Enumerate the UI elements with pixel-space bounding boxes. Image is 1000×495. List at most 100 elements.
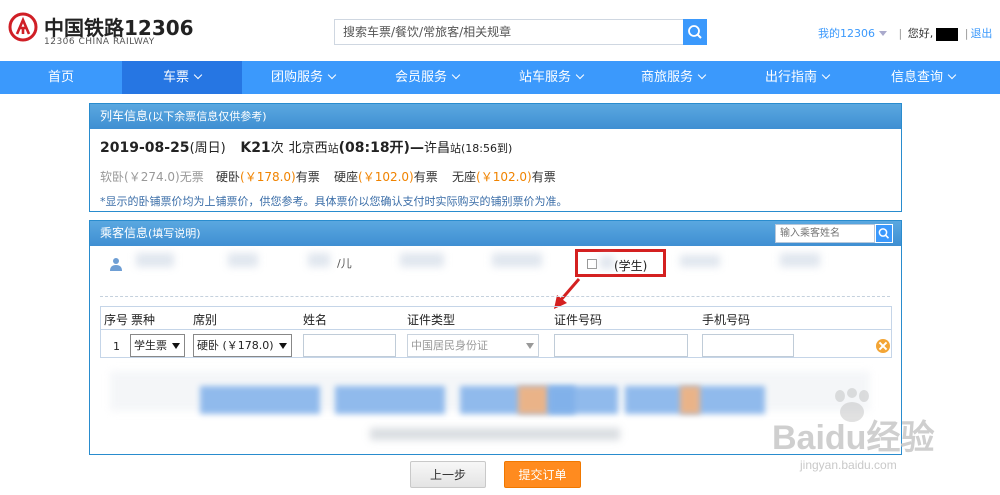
name-input[interactable] xyxy=(303,334,396,357)
travel-date: 2019-08-25 xyxy=(100,140,190,156)
seat-hard-seat: 硬座(￥102.0)有票 xyxy=(334,168,438,185)
passenger-table: 序号 票种 席别 姓名 证件类型 证件号码 手机号码 1 学生票 硬卧 (￥17… xyxy=(100,306,892,358)
seat-type: 软卧 xyxy=(100,170,125,184)
nav-home-label: 首页 xyxy=(47,70,74,85)
fare-note: *显示的卧铺票价均为上铺票价，供您参考。具体票价以您确认支付时实际购买的铺别票价… xyxy=(100,195,568,208)
train-info-title: 列车信息 xyxy=(100,109,149,123)
passenger-title: 乘客信息 xyxy=(100,226,149,240)
blurred-content xyxy=(548,386,618,414)
nav-business[interactable]: 商旅服务 xyxy=(612,61,734,94)
ticket-type-select[interactable]: 学生票 xyxy=(130,334,185,357)
blurred-passenger xyxy=(400,253,444,267)
train-info-header: 列车信息(以下余票信息仅供参考) xyxy=(90,104,901,129)
nav-station-label: 站车服务 xyxy=(518,70,571,85)
blurred-passenger xyxy=(228,253,258,267)
col-header-name: 姓名 xyxy=(303,313,328,327)
id-type-select[interactable]: 中国居民身份证 xyxy=(407,334,539,357)
ticket-type-value: 学生票 xyxy=(134,339,167,352)
row-number: 1 xyxy=(113,340,120,353)
train-suffix: 次 xyxy=(270,141,284,156)
seat-type: 硬卧 xyxy=(216,170,241,184)
col-header-id-type: 证件类型 xyxy=(407,313,456,327)
to-station-suffix: 站 xyxy=(449,142,461,155)
blurred-passenger xyxy=(308,253,330,267)
passenger-search-button[interactable] xyxy=(875,224,893,243)
partial-passenger-label: /儿 xyxy=(337,257,352,270)
watermark-url: jingyan.baidu.com xyxy=(800,458,897,472)
arrive-time: (18:56到) xyxy=(460,142,513,155)
phone-input[interactable] xyxy=(702,334,794,357)
seat-type: 无座 xyxy=(452,170,477,184)
chevron-down-icon[interactable] xyxy=(879,31,887,36)
id-number-input[interactable] xyxy=(554,334,688,357)
my12306-link[interactable]: 我的12306 xyxy=(818,27,875,40)
nav-group-label: 团购服务 xyxy=(270,70,323,85)
seat-price: (￥102.0) xyxy=(358,170,414,184)
header: 中国铁路12306 12306 CHINA RAILWAY 我的12306 | … xyxy=(0,0,1000,62)
depart-time: (08:18开) xyxy=(338,140,410,156)
seat-value: 硬卧 (￥178.0) xyxy=(197,339,274,352)
train-info-panel: 列车信息(以下余票信息仅供参考) 2019-08-25(周日) K21次 北京西… xyxy=(89,103,902,212)
col-header-id-number: 证件号码 xyxy=(554,313,603,327)
chevron-down-icon xyxy=(575,70,585,80)
chevron-down-icon xyxy=(327,70,337,80)
nav-station[interactable]: 站车服务 xyxy=(490,61,612,94)
passenger-search-input[interactable] xyxy=(775,224,875,243)
train-info-subtitle: (以下余票信息仅供参考) xyxy=(148,110,267,123)
site-search-button[interactable] xyxy=(683,19,707,45)
blurred-content xyxy=(518,386,548,414)
watermark-text: Baidu经验 xyxy=(772,419,935,457)
search-icon xyxy=(688,25,702,39)
seat-select[interactable]: 硬卧 (￥178.0) xyxy=(193,334,292,357)
nav-business-label: 商旅服务 xyxy=(640,70,693,85)
passenger-user-icon xyxy=(110,258,122,271)
passenger-help-link[interactable]: (填写说明) xyxy=(148,227,201,240)
seat-status: 有票 xyxy=(295,170,320,184)
prev-step-button[interactable]: 上一步 xyxy=(410,461,486,488)
from-station-suffix: 站 xyxy=(327,142,339,155)
student-passenger-checkbox[interactable] xyxy=(587,259,597,269)
user-bar: 我的12306 | 您好, | 退出 xyxy=(818,27,993,41)
travel-weekday: (周日) xyxy=(189,141,226,156)
divider xyxy=(101,329,891,330)
logout-link[interactable]: 退出 xyxy=(970,27,992,40)
col-header-ticket-type: 票种 xyxy=(131,313,156,327)
chevron-down-icon xyxy=(821,70,831,80)
chevron-down-icon xyxy=(193,70,203,80)
greeting: 您好, xyxy=(907,27,934,40)
col-header-phone: 手机号码 xyxy=(702,313,751,327)
student-highlight: (学生) xyxy=(575,249,666,277)
seat-hard-sleeper: 硬卧(￥178.0)有票 xyxy=(216,168,320,185)
seat-price: (￥274.0) xyxy=(124,170,180,184)
train-summary: 2019-08-25(周日) K21次 北京西站(08:18开)—许昌站(18:… xyxy=(100,137,512,157)
blurred-passenger xyxy=(136,253,174,267)
dropdown-arrow-icon xyxy=(279,343,287,349)
passenger-search xyxy=(775,224,893,243)
nav-guide[interactable]: 出行指南 xyxy=(736,61,858,94)
nav-info[interactable]: 信息查询 xyxy=(862,61,984,94)
site-search-input[interactable] xyxy=(334,19,683,45)
blurred-content xyxy=(335,386,445,414)
passenger-header: 乘客信息(填写说明) xyxy=(90,221,901,246)
nav-tickets[interactable]: 车票 xyxy=(122,61,242,94)
blurred-passenger xyxy=(492,253,542,267)
chevron-down-icon xyxy=(697,70,707,80)
student-label: (学生) xyxy=(614,259,648,273)
submit-order-button[interactable]: 提交订单 xyxy=(504,461,581,488)
blurred-passenger xyxy=(780,253,820,267)
nav-home[interactable]: 首页 xyxy=(0,61,122,94)
blurred-passenger xyxy=(680,255,720,267)
nav-guide-label: 出行指南 xyxy=(764,70,817,85)
nav-member[interactable]: 会员服务 xyxy=(366,61,488,94)
seat-status: 有票 xyxy=(531,170,556,184)
seat-status: 有票 xyxy=(413,170,438,184)
delete-passenger-icon[interactable] xyxy=(876,339,890,353)
logo-subtitle: 12306 CHINA RAILWAY xyxy=(44,37,155,47)
col-header-seat: 席别 xyxy=(193,313,218,327)
nav-group[interactable]: 团购服务 xyxy=(242,61,364,94)
seat-standing: 无座(￥102.0)有票 xyxy=(452,168,556,185)
site-search xyxy=(334,19,707,45)
railway-logo-icon[interactable] xyxy=(8,12,38,42)
search-icon xyxy=(878,228,890,239)
divider xyxy=(100,296,890,297)
